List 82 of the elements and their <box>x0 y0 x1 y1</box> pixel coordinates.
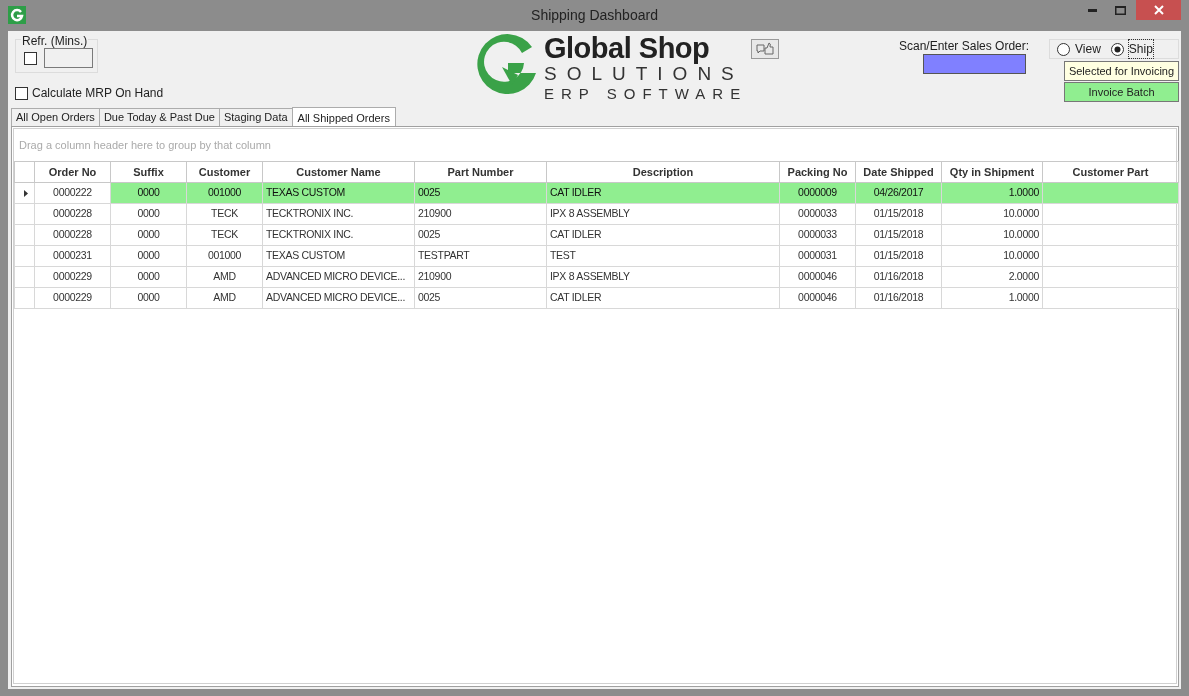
close-icon <box>1153 5 1164 15</box>
table-cell: TEST <box>546 245 780 267</box>
table-cell: 0000033 <box>779 203 856 225</box>
table-cell: 0000228 <box>34 203 111 225</box>
table-cell: TECKTRONIX INC. <box>262 203 415 225</box>
table-cell: 0000031 <box>779 245 856 267</box>
refresh-minutes-field[interactable] <box>44 48 93 68</box>
table-cell: 2.0000 <box>941 266 1043 288</box>
table-cell: 10.0000 <box>941 203 1043 225</box>
app-icon <box>8 6 26 24</box>
selected-for-invoicing-label: Selected for Invoicing <box>1064 61 1179 81</box>
table-cell: 10.0000 <box>941 224 1043 246</box>
table-cell: TECKTRONIX INC. <box>262 224 415 246</box>
table-cell: 01/16/2018 <box>855 266 942 288</box>
table-cell: TEXAS CUSTOM <box>262 245 415 267</box>
column-header[interactable]: Customer Name <box>262 161 415 183</box>
column-header[interactable]: Suffix <box>110 161 187 183</box>
column-header[interactable]: Description <box>546 161 780 183</box>
group-panel-hint: Drag a column header here to group by that column <box>19 137 271 153</box>
maximize-icon <box>1114 5 1126 15</box>
column-header[interactable]: Customer <box>186 161 263 183</box>
table-cell: TESTPART <box>414 245 547 267</box>
column-header[interactable]: Customer Part <box>1042 161 1179 183</box>
minimize-icon <box>1087 8 1097 12</box>
table-cell: 0000033 <box>779 224 856 246</box>
mrp-label: Calculate MRP On Hand <box>32 85 164 102</box>
column-header[interactable]: Order No <box>34 161 111 183</box>
table-cell: 0000 <box>110 287 187 309</box>
table-cell: 0000229 <box>34 287 111 309</box>
table-cell: ADVANCED MICRO DEVICE... <box>262 287 415 309</box>
close-button[interactable] <box>1136 0 1181 20</box>
table-cell: 0000 <box>110 245 187 267</box>
mrp-checkbox[interactable] <box>15 86 28 100</box>
table-cell: IPX 8 ASSEMBLY <box>546 266 780 288</box>
table-cell: 0000229 <box>34 266 111 288</box>
refresh-checkbox[interactable] <box>24 52 37 65</box>
table-cell: 1.0000 <box>941 287 1043 309</box>
logo-subtitle: SOLUTIONS <box>544 64 745 83</box>
table-cell: 0000231 <box>34 245 111 267</box>
table-cell: CAT IDLER <box>546 182 780 204</box>
invoice-batch-button[interactable]: Invoice Batch <box>1064 82 1179 102</box>
radio-button[interactable] <box>1110 42 1124 56</box>
table-cell: ADVANCED MICRO DEVICE... <box>262 266 415 288</box>
table-cell: 01/15/2018 <box>855 224 942 246</box>
table-cell: 0000046 <box>779 287 856 309</box>
radio-label: View <box>1075 41 1101 58</box>
column-header[interactable]: Date Shipped <box>855 161 942 183</box>
table-cell: 10.0000 <box>941 245 1043 267</box>
logo-title: Global Shop <box>544 34 711 63</box>
column-header[interactable]: Packing No <box>779 161 856 183</box>
table-cell: 210900 <box>414 266 547 288</box>
table-cell: CAT IDLER <box>546 224 780 246</box>
column-header[interactable]: Part Number <box>414 161 547 183</box>
table-cell: AMD <box>186 287 263 309</box>
table-cell: 0000 <box>110 266 187 288</box>
table-cell: TECK <box>186 203 263 225</box>
table-cell: 01/15/2018 <box>855 245 942 267</box>
table-cell: CAT IDLER <box>546 287 780 309</box>
table-cell: IPX 8 ASSEMBLY <box>546 203 780 225</box>
thumbs-up-icon <box>756 42 775 56</box>
window-title: Shipping Dashboard <box>531 7 658 23</box>
sales-order-field[interactable] <box>923 54 1026 74</box>
tab[interactable]: All Open Orders <box>11 108 100 127</box>
table-cell: 001000 <box>186 245 263 267</box>
radio-label: Ship <box>1128 40 1153 58</box>
table-cell: 01/16/2018 <box>855 287 942 309</box>
table-cell: 210900 <box>414 203 547 225</box>
sales-order-label: Scan/Enter Sales Order: <box>899 38 1030 55</box>
table-cell: AMD <box>186 266 263 288</box>
table-cell: 0000 <box>110 203 187 225</box>
table-cell: TECK <box>186 224 263 246</box>
table-cell: 01/15/2018 <box>855 203 942 225</box>
column-header[interactable]: Qty in Shipment <box>941 161 1043 183</box>
table-cell: 0000222 <box>34 182 111 204</box>
table-cell: 0000046 <box>779 266 856 288</box>
logo-tagline: ERP SOFTWARE <box>544 86 748 101</box>
radio-button[interactable] <box>1057 42 1070 56</box>
table-cell: 0000 <box>110 224 187 246</box>
feedback-button[interactable] <box>751 39 780 59</box>
table-cell: 0025 <box>414 224 547 246</box>
table-cell: 0000228 <box>34 224 111 246</box>
table-cell: 0025 <box>414 287 547 309</box>
